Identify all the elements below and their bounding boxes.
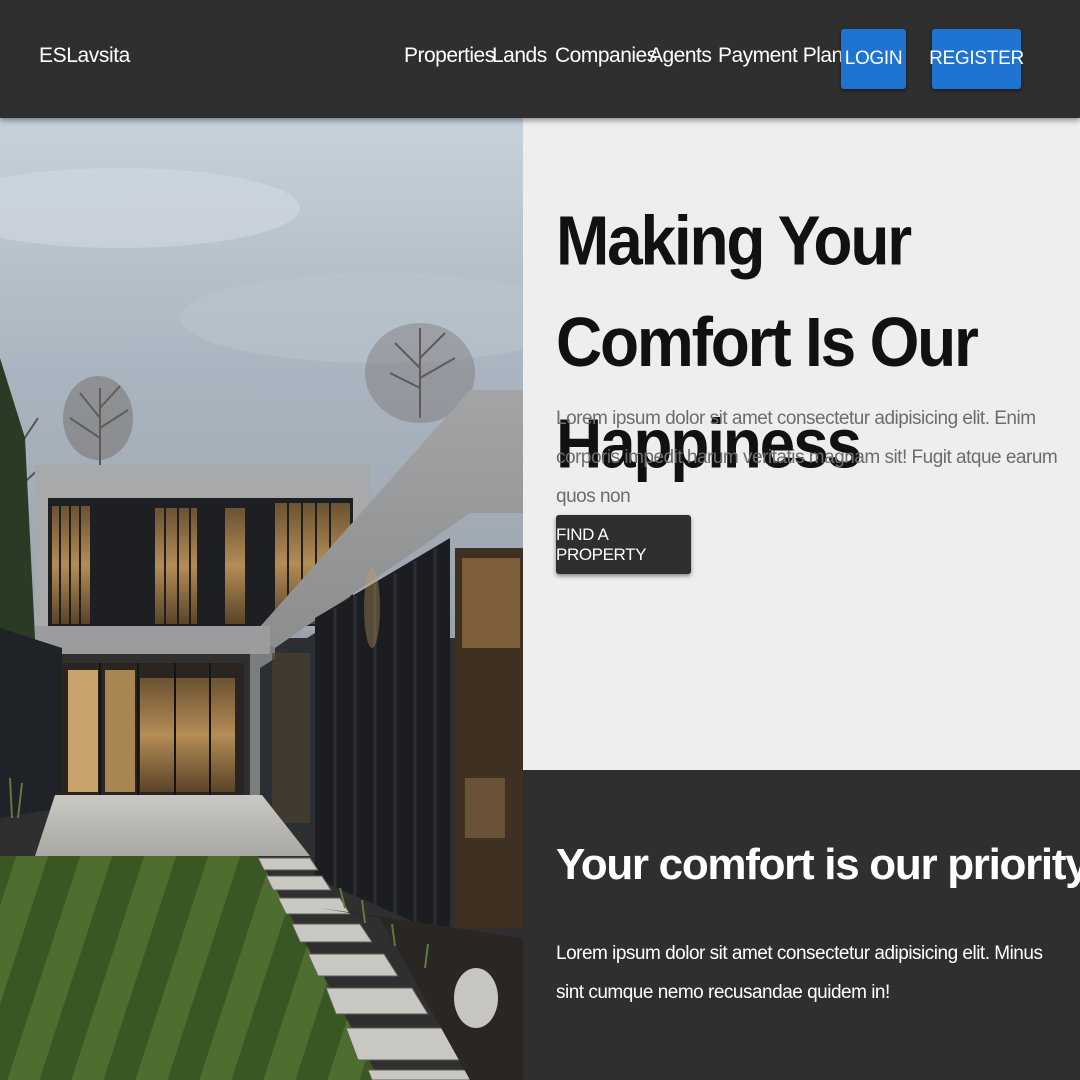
login-button[interactable]: LOGIN [841,29,906,89]
hero-house-image [0,118,523,1080]
priority-section: Your comfort is our priority Lorem ipsum… [523,770,1080,1080]
hero-panel: Making Your Comfort Is Our Happiness Lor… [523,118,1080,770]
nav-link-companies[interactable]: Companies [555,44,657,68]
nav-link-agents[interactable]: Agents [649,44,712,68]
nav-link-lands[interactable]: Lands [492,44,547,68]
register-button[interactable]: REGISTER [929,29,1024,89]
priority-description: Lorem ipsum dolor sit amet consectetur a… [556,943,1043,1003]
top-navbar: ESLavsita Properties Lands Companies Age… [0,0,1080,118]
nav-link-payment-plan[interactable]: Payment Plan [718,44,843,68]
nav-link-properties[interactable]: Properties [404,44,495,68]
find-property-button[interactable]: FIND A PROPERTY [556,515,691,574]
hero-description: Lorem ipsum dolor sit amet consectetur a… [556,408,1058,507]
brand-logo[interactable]: ESLavsita [39,44,130,68]
priority-title: Your comfort is our priority [556,840,1080,889]
